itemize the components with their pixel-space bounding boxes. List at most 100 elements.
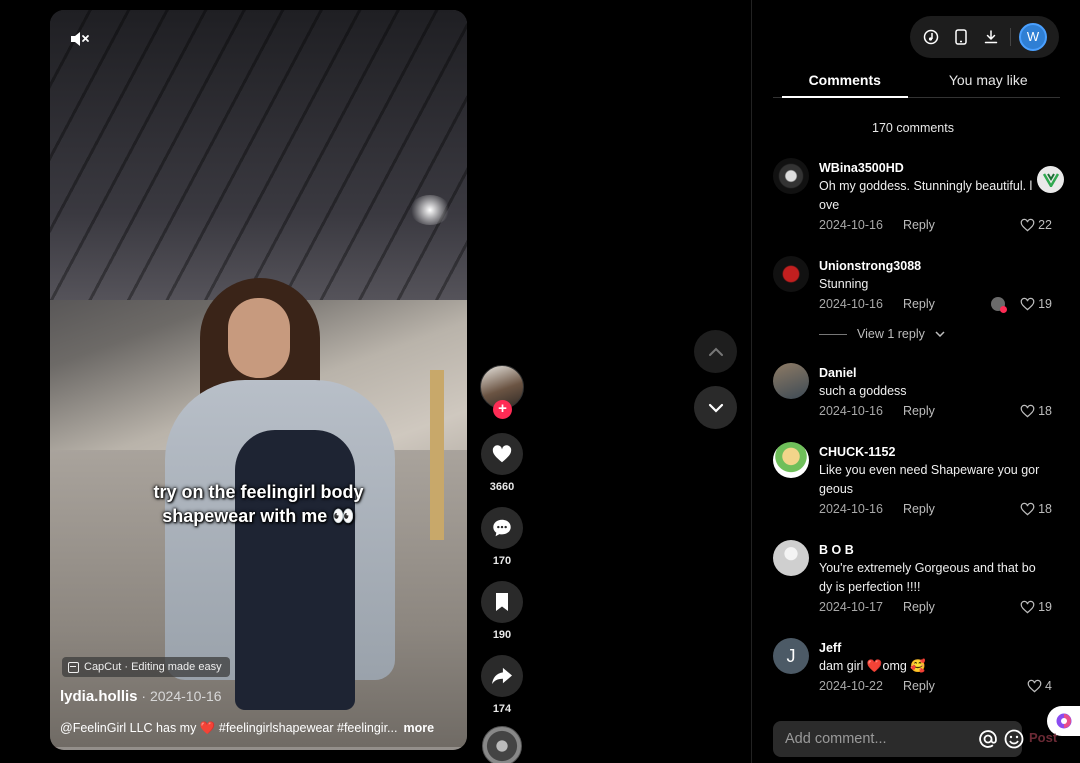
user-avatar[interactable]: W <box>1019 23 1047 51</box>
like-button[interactable] <box>481 433 523 475</box>
comment-meta: 2024-10-16 Reply 19 <box>819 295 1058 313</box>
comment-item: Daniel such a goddess 2024-10-16 Reply 1… <box>773 363 1058 420</box>
bookmark-icon <box>496 593 508 611</box>
comment-item: WBina3500HD Oh my goddess. Stunningly be… <box>773 158 1058 234</box>
heart-outline-icon <box>1027 679 1042 693</box>
share-icon <box>492 667 512 685</box>
comment-like-count: 4 <box>1045 679 1052 693</box>
like-count: 3660 <box>489 481 515 493</box>
comment-like-button[interactable]: 18 <box>1020 404 1058 418</box>
more-link[interactable]: more <box>403 721 434 735</box>
post-button[interactable]: Post <box>1029 730 1057 745</box>
comment-avatar[interactable] <box>773 363 809 399</box>
heart-emoji: ❤️ <box>199 721 216 735</box>
reply-button[interactable]: Reply <box>903 679 935 693</box>
reply-button[interactable]: Reply <box>903 600 935 614</box>
comment-item: J Jeff dam girl ❤️omg 🥰 2024-10-22 Reply… <box>773 638 1058 695</box>
heart-outline-icon <box>1020 404 1035 418</box>
comment-username[interactable]: WBina3500HD <box>819 158 1058 177</box>
description-tags[interactable]: #feelingirlshapewear #feelingir... <box>215 721 398 735</box>
comment-date: 2024-10-22 <box>819 679 883 693</box>
comment-avatar[interactable] <box>773 442 809 478</box>
comment-date: 2024-10-16 <box>819 297 883 311</box>
comment-meta: 2024-10-16 Reply 22 <box>819 216 1058 234</box>
music-disc-icon[interactable] <box>482 726 522 763</box>
comment-like-button[interactable]: 4 <box>1027 679 1058 693</box>
heart-outline-icon <box>1020 218 1035 232</box>
reply-button[interactable]: Reply <box>903 218 935 232</box>
capcut-badge[interactable]: CapCut · Editing made easy <box>62 657 230 677</box>
music-button[interactable] <box>920 26 942 48</box>
comment-like-button[interactable]: 19 <box>1020 600 1058 614</box>
view-replies-button[interactable]: View 1 reply <box>819 327 1058 341</box>
next-video-button[interactable] <box>694 386 737 429</box>
comment-username[interactable]: B O B <box>819 540 1058 559</box>
comment-avatar[interactable]: J <box>773 638 809 674</box>
comment-text: such a goddess <box>819 384 907 398</box>
comment-like-button[interactable]: 19 <box>1020 297 1058 311</box>
video-progress-fill <box>50 747 57 750</box>
heart-outline-icon <box>1020 502 1035 516</box>
comment-meta: 2024-10-16 Reply 18 <box>819 402 1058 420</box>
comment-like-count: 19 <box>1038 297 1052 311</box>
comment-text: Stunning <box>819 277 869 291</box>
device-button[interactable] <box>950 26 972 48</box>
share-button[interactable] <box>481 655 523 697</box>
comment-like-button[interactable]: 18 <box>1020 502 1058 516</box>
comment-username[interactable]: Jeff <box>819 638 1058 657</box>
comment-list: WBina3500HD Oh my goddess. Stunningly be… <box>773 158 1058 695</box>
chevron-down-icon <box>935 331 945 337</box>
creator-avatar-wrap: + <box>480 365 524 419</box>
save-button[interactable] <box>481 581 523 623</box>
comment-input-box <box>773 721 1024 757</box>
reply-button[interactable]: Reply <box>903 502 935 516</box>
download-icon <box>984 30 998 44</box>
toolbar-separator <box>1010 28 1011 46</box>
comment-like-count: 19 <box>1038 600 1052 614</box>
previous-video-button[interactable] <box>694 330 737 373</box>
extension-badge[interactable] <box>1037 166 1064 193</box>
heart-outline-icon <box>1020 297 1035 311</box>
download-button[interactable] <box>980 26 1002 48</box>
comment-username[interactable]: Unionstrong3088 <box>819 256 1058 275</box>
tab-you-may-like[interactable]: You may like <box>917 72 1061 97</box>
caption-line: try on the feelingirl body <box>153 482 364 502</box>
extension-logo-icon <box>1042 172 1059 187</box>
emoji-button[interactable] <box>1004 728 1024 750</box>
follow-button[interactable]: + <box>493 400 512 419</box>
video-scene-light <box>410 195 450 225</box>
comment-avatar[interactable] <box>773 256 809 292</box>
mention-button[interactable] <box>978 728 998 750</box>
top-toolbar: W <box>910 16 1059 58</box>
view-replies-label: View 1 reply <box>857 327 925 341</box>
video-scene-ceiling <box>50 10 467 300</box>
comment-meta: 2024-10-22 Reply 4 <box>819 677 1058 695</box>
comment-button[interactable] <box>481 507 523 549</box>
comment-avatar[interactable] <box>773 540 809 576</box>
save-count: 190 <box>492 629 512 641</box>
capcut-label: CapCut · Editing made easy <box>84 661 222 673</box>
like-action: 3660 <box>480 433 524 494</box>
comment-action: 170 <box>480 507 524 568</box>
at-icon <box>979 730 997 748</box>
comment-like-button[interactable]: 22 <box>1020 218 1058 232</box>
comment-input[interactable] <box>785 731 972 747</box>
share-count: 174 <box>492 703 512 715</box>
reply-button[interactable]: Reply <box>903 297 935 311</box>
creator-liked-avatar <box>990 297 1007 313</box>
comment-meta: 2024-10-17 Reply 19 <box>819 598 1058 616</box>
video-player[interactable]: try on the feelingirl body shapewear wit… <box>50 10 467 750</box>
mute-icon[interactable] <box>68 28 90 50</box>
capcut-icon <box>68 661 79 673</box>
reply-button[interactable]: Reply <box>903 404 935 418</box>
author-name[interactable]: lydia.hollis <box>60 688 138 705</box>
comment-like-count: 18 <box>1038 404 1052 418</box>
comment-username[interactable]: Daniel <box>819 363 1058 382</box>
comment-date: 2024-10-16 <box>819 218 883 232</box>
comment-username[interactable]: CHUCK-1152 <box>819 442 1058 461</box>
comment-avatar[interactable] <box>773 158 809 194</box>
tab-comments[interactable]: Comments <box>773 72 917 98</box>
comment-text: dam girl ❤️omg 🥰 <box>819 659 926 673</box>
video-progress-bar[interactable] <box>50 747 467 750</box>
assistant-logo-icon <box>1056 713 1071 729</box>
